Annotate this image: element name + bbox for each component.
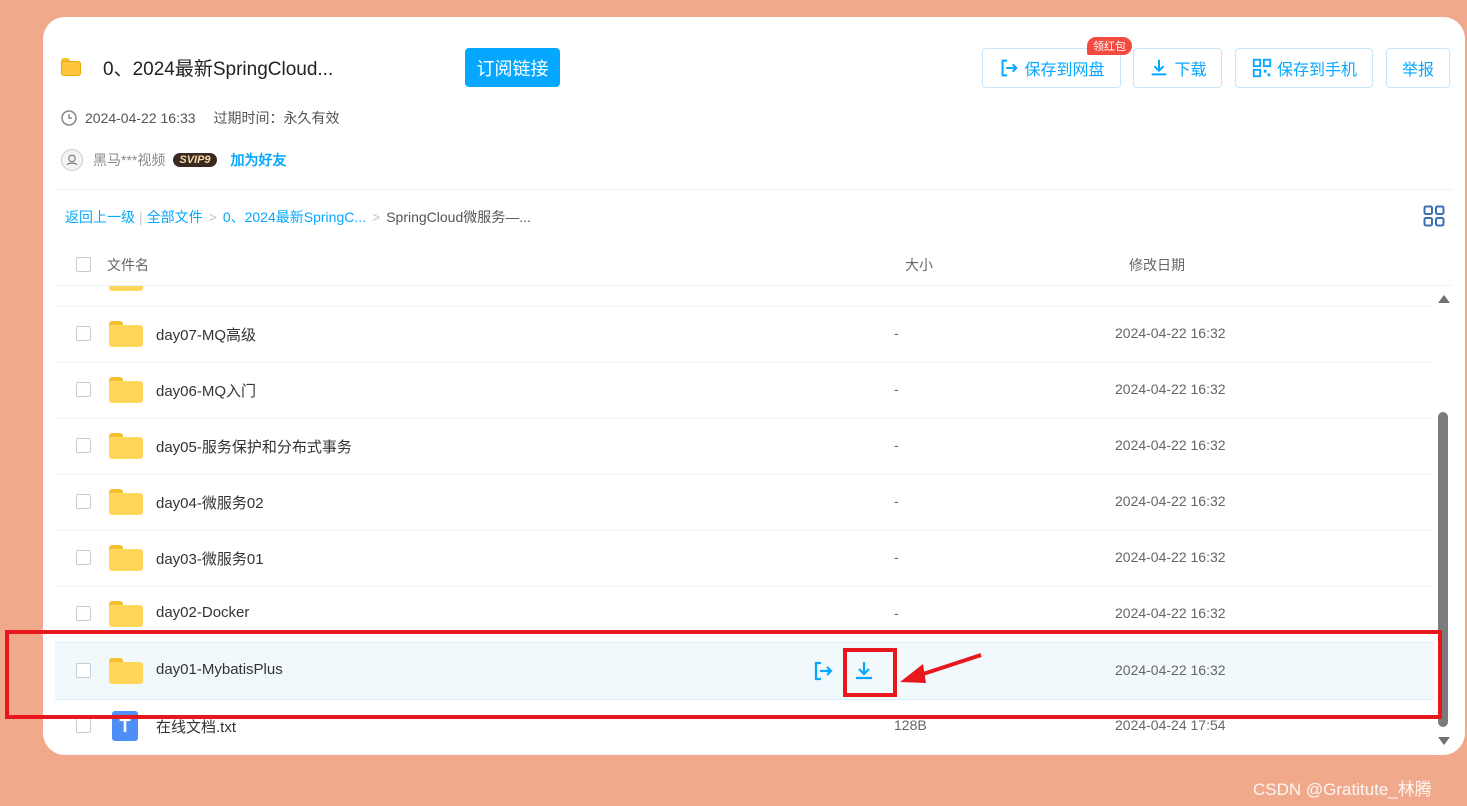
- folder-icon: [109, 377, 143, 403]
- file-size: -: [894, 381, 899, 397]
- file-date: 2024-04-22 16:32: [1115, 493, 1226, 509]
- file-date: 2024-04-22 16:32: [1115, 325, 1226, 341]
- folder-icon: [109, 433, 143, 459]
- select-all-checkbox[interactable]: [76, 257, 91, 272]
- grid-view-icon[interactable]: [1423, 205, 1445, 227]
- share-meta: 2024-04-22 16:33 过期时间：永久有效: [61, 108, 340, 128]
- list-item[interactable]: day05-服务保护和分布式事务 - 2024-04-22 16:32: [55, 418, 1434, 475]
- row-checkbox[interactable]: [76, 718, 91, 733]
- file-name[interactable]: 在线文档.txt: [156, 716, 236, 737]
- breadcrumb-all-files[interactable]: 全部文件: [147, 207, 203, 227]
- scroll-down-arrow-icon[interactable]: [1438, 737, 1450, 745]
- annotation-arrow-icon: [900, 653, 982, 683]
- file-size: -: [894, 437, 899, 453]
- watermark: CSDN @Gratitute_林腾: [1253, 780, 1432, 799]
- column-size-header[interactable]: 大小: [905, 255, 933, 275]
- qrcode-icon: [1252, 58, 1272, 78]
- download-icon: [1152, 59, 1167, 76]
- folder-icon: [61, 58, 81, 76]
- list-item[interactable]: day03-微服务01 - 2024-04-22 16:32: [55, 530, 1434, 587]
- file-name[interactable]: day07-MQ高级: [156, 324, 256, 345]
- breadcrumb: 返回上一级 | 全部文件 > 0、2024最新SpringC... > Spri…: [65, 207, 531, 227]
- redpack-badge[interactable]: 领红包: [1087, 37, 1132, 55]
- breadcrumb-separator: >: [372, 209, 381, 225]
- breadcrumb-separator: >: [208, 209, 217, 225]
- share-title-row: 0、2024最新SpringCloud...: [61, 47, 333, 87]
- download-button[interactable]: 下载: [1133, 48, 1222, 88]
- column-name-header[interactable]: 文件名: [107, 255, 149, 275]
- folder-icon: [109, 545, 143, 571]
- folder-icon: [109, 321, 143, 347]
- file-date: 2024-04-24 17:54: [1115, 717, 1226, 733]
- file-name[interactable]: day04-微服务02: [156, 492, 264, 513]
- breadcrumb-back[interactable]: 返回上一级: [65, 207, 135, 227]
- annotation-highlight-row: [5, 630, 1442, 719]
- scroll-up-arrow-icon[interactable]: [1438, 295, 1450, 303]
- row-checkbox[interactable]: [76, 550, 91, 565]
- divider: [55, 189, 1453, 190]
- save-to-phone-button[interactable]: 保存到手机: [1235, 48, 1373, 88]
- save-to-phone-label: 保存到手机: [1276, 62, 1357, 79]
- row-checkbox[interactable]: [76, 382, 91, 397]
- file-name[interactable]: day03-微服务01: [156, 548, 264, 569]
- row-checkbox[interactable]: [76, 438, 91, 453]
- clock-icon: [61, 110, 77, 126]
- file-size: -: [894, 605, 899, 621]
- annotation-highlight-download: [843, 648, 897, 697]
- avatar[interactable]: [61, 149, 83, 171]
- avatar-logo-icon: [66, 154, 78, 166]
- breadcrumb-bar: |: [139, 209, 143, 225]
- file-size: -: [894, 493, 899, 509]
- share-title: 0、2024最新SpringCloud...: [103, 58, 334, 80]
- file-date: 2024-04-22 16:32: [1115, 381, 1226, 397]
- row-checkbox[interactable]: [76, 326, 91, 341]
- file-size: -: [894, 325, 899, 341]
- folder-icon: [109, 601, 143, 627]
- folder-icon: [109, 489, 143, 515]
- file-list-header: 文件名 大小 修改日期: [55, 247, 1451, 286]
- row-checkbox[interactable]: [76, 606, 91, 621]
- file-size: 128B: [894, 717, 927, 733]
- save-to-disk-label: 保存到网盘: [1024, 62, 1105, 79]
- expire-time: 过期时间：永久有效: [213, 110, 340, 126]
- file-size: -: [894, 549, 899, 565]
- file-name[interactable]: day02-Docker: [156, 604, 249, 621]
- report-button[interactable]: 举报: [1386, 48, 1450, 88]
- file-date: 2024-04-22 16:32: [1115, 549, 1226, 565]
- list-item[interactable]: day07-MQ高级 - 2024-04-22 16:32: [55, 306, 1434, 363]
- file-date: 2024-04-22 16:32: [1115, 605, 1226, 621]
- file-name[interactable]: day05-服务保护和分布式事务: [156, 436, 352, 457]
- row-checkbox[interactable]: [76, 494, 91, 509]
- column-date-header[interactable]: 修改日期: [1129, 255, 1185, 275]
- created-time: 2024-04-22 16:33: [85, 110, 196, 126]
- list-item[interactable]: day06-MQ入门 - 2024-04-22 16:32: [55, 362, 1434, 419]
- file-date: 2024-04-22 16:32: [1115, 437, 1226, 453]
- add-friend-link[interactable]: 加为好友: [231, 150, 287, 170]
- subscribe-link-button[interactable]: 订阅链接: [465, 48, 560, 87]
- save-to-disk-icon: [1002, 59, 1019, 77]
- list-item[interactable]: day04-微服务02 - 2024-04-22 16:32: [55, 474, 1434, 531]
- vip-badge: SVIP9: [173, 153, 217, 167]
- owner-row: 黑马***视频 SVIP9 加为好友: [61, 149, 287, 171]
- file-name[interactable]: day06-MQ入门: [156, 380, 256, 401]
- breadcrumb-parent[interactable]: 0、2024最新SpringC...: [223, 207, 366, 227]
- folder-icon: [109, 286, 143, 291]
- owner-name[interactable]: 黑马***视频: [93, 150, 165, 170]
- download-label: 下载: [1174, 62, 1207, 79]
- breadcrumb-current: SpringCloud微服务—...: [386, 209, 531, 225]
- list-item[interactable]: [55, 286, 1434, 307]
